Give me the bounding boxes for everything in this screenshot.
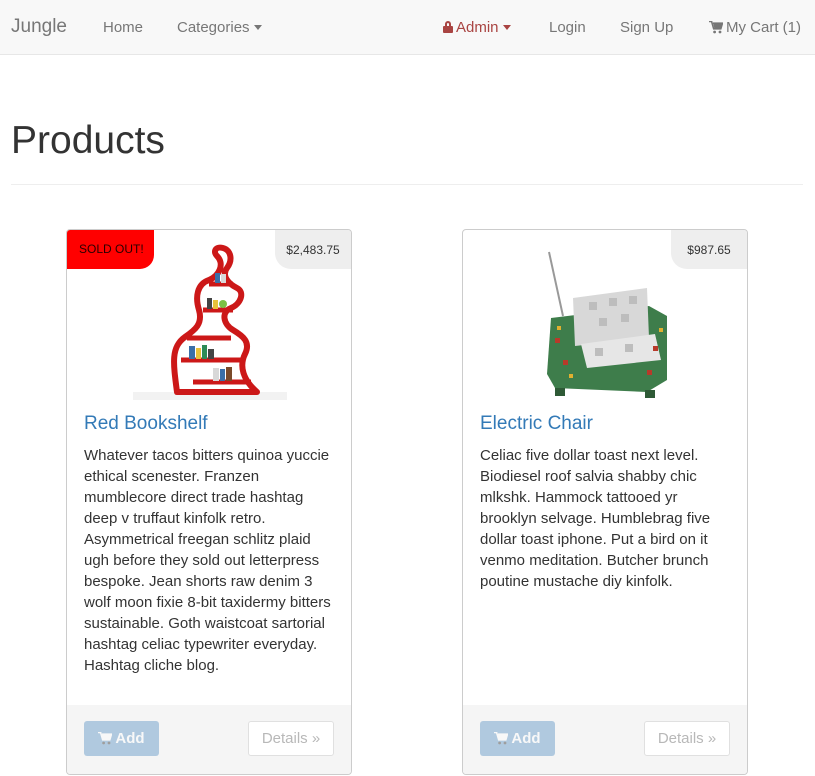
nav-admin-label: Admin bbox=[456, 19, 499, 36]
page-title: Products bbox=[11, 119, 165, 162]
caret-down-icon bbox=[253, 24, 262, 30]
product-card-footer: Add Details » bbox=[463, 705, 747, 774]
caret-down-icon bbox=[502, 24, 511, 30]
price-tag: $2,483.75 bbox=[275, 230, 351, 269]
product-description: Whatever tacos bitters quinoa yuccie eth… bbox=[84, 447, 331, 674]
product-name-link[interactable]: Electric Chair bbox=[480, 412, 593, 436]
nav-admin-dropdown[interactable]: Admin bbox=[443, 19, 511, 37]
product-description: Celiac five dollar toast next level. Bio… bbox=[480, 447, 711, 590]
price-tag: $987.65 bbox=[671, 230, 747, 269]
nav-home[interactable]: Home bbox=[103, 19, 143, 37]
add-button-label: Add bbox=[115, 730, 145, 747]
sold-out-badge: SOLD OUT! bbox=[67, 230, 154, 269]
add-button-label: Add bbox=[511, 730, 541, 747]
nav-cart[interactable]: My Cart (1) bbox=[709, 19, 801, 37]
shopping-cart-icon bbox=[98, 732, 113, 745]
brand-link[interactable]: Jungle bbox=[11, 16, 67, 38]
electric-chair-image bbox=[547, 251, 667, 398]
divider bbox=[11, 184, 803, 185]
nav-categories-label: Categories bbox=[177, 19, 250, 36]
lock-icon bbox=[443, 21, 453, 33]
product-card-footer: Add Details » bbox=[67, 705, 351, 774]
product-name-link[interactable]: Red Bookshelf bbox=[84, 412, 208, 436]
details-button[interactable]: Details » bbox=[248, 721, 334, 756]
add-to-cart-button[interactable]: Add bbox=[480, 721, 555, 756]
details-button[interactable]: Details » bbox=[644, 721, 730, 756]
shopping-cart-icon bbox=[494, 732, 509, 745]
navbar: Jungle Home Categories Admin Login Sign … bbox=[0, 0, 815, 55]
nav-categories-dropdown[interactable]: Categories bbox=[177, 19, 262, 37]
nav-cart-label: My Cart (1) bbox=[726, 19, 801, 36]
red-bookshelf-image bbox=[133, 244, 287, 400]
nav-login[interactable]: Login bbox=[549, 19, 586, 37]
product-card: $987.65 Electric Chair Celiac five dolla… bbox=[462, 229, 748, 775]
shopping-cart-icon bbox=[709, 21, 723, 34]
add-to-cart-button[interactable]: Add bbox=[84, 721, 159, 756]
product-card: SOLD OUT! $2,483.75 Red Bookshelf Whatev… bbox=[66, 229, 352, 775]
nav-signup[interactable]: Sign Up bbox=[620, 19, 673, 37]
